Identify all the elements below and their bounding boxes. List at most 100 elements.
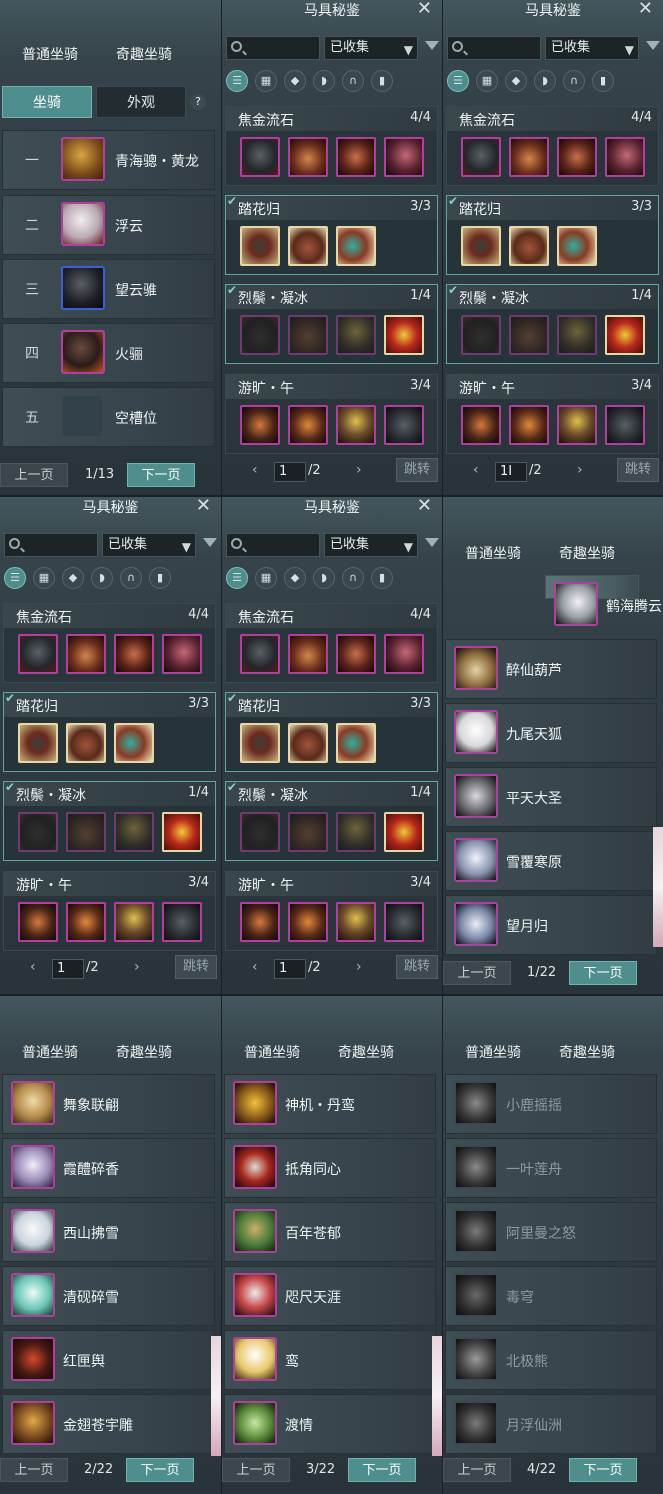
tack-item-icon[interactable] [336,634,376,674]
tack-item-icon[interactable] [240,315,280,355]
fun-mount-row[interactable]: 舞象联翩 [2,1074,215,1134]
page-input[interactable]: 1 [274,462,306,482]
category-3-icon[interactable]: ◆ [62,567,84,589]
fun-mount-row[interactable]: 咫尺天涯 [224,1266,436,1326]
fun-mount-row[interactable]: 九尾天狐 [445,703,657,763]
tack-item-icon[interactable] [384,315,424,355]
tack-set[interactable]: ✔ 踏花归 3/3 [446,194,659,275]
tack-item-icon[interactable] [18,902,58,942]
tab-fun-mount[interactable]: 奇趣坐骑 [94,44,194,64]
fun-mount-row[interactable]: 毒穹 [445,1266,657,1326]
category-3-icon[interactable]: ◆ [284,70,306,92]
fun-mount-row[interactable]: 鸾 [224,1330,436,1390]
chevron-left-icon[interactable]: ‹ [252,959,258,975]
prev-page-button[interactable]: 上一页 [0,463,68,487]
tack-item-icon[interactable] [240,902,280,942]
mount-slot-2[interactable]: 二 浮云 [2,195,215,255]
tack-item-icon[interactable] [336,812,376,852]
tack-item-icon[interactable] [557,405,597,445]
tack-item-icon[interactable] [557,137,597,177]
tack-item-icon[interactable] [384,405,424,445]
tack-item-icon[interactable] [288,723,328,763]
tack-item-icon[interactable] [240,405,280,445]
tab-normal-mount[interactable]: 普通坐骑 [443,543,543,563]
filter-icon[interactable] [425,41,439,50]
fun-mount-row[interactable]: 小鹿摇摇 [445,1074,657,1134]
close-icon[interactable]: ✕ [638,0,653,18]
tack-item-icon[interactable] [288,812,328,852]
mount-slot-3[interactable]: 三 望云骓 [2,259,215,319]
tack-item-icon[interactable] [18,812,58,852]
jump-button[interactable]: 跳转 [396,458,438,482]
next-page-button[interactable]: 下一页 [569,1458,637,1482]
category-1-icon[interactable]: ☰ [226,70,248,92]
category-2-icon[interactable]: ▦ [255,70,277,92]
category-2-icon[interactable]: ▦ [255,567,277,589]
fun-mount-row[interactable]: 金翅苍宇雕 [2,1394,215,1454]
next-page-button[interactable]: 下一页 [127,463,195,487]
tack-item-icon[interactable] [557,315,597,355]
tack-item-icon[interactable] [240,137,280,177]
mount-slot-1[interactable]: 一 青海骢・黄龙 [2,130,215,190]
fun-mount-row[interactable]: 阿里曼之怒 [445,1202,657,1262]
tack-item-icon[interactable] [162,634,202,674]
page-input[interactable]: 1I [495,462,527,482]
close-icon[interactable]: ✕ [417,0,432,18]
tack-item-icon[interactable] [18,723,58,763]
category-6-icon[interactable]: ▮ [371,567,393,589]
search-input[interactable] [226,36,320,60]
fun-mount-row[interactable]: 雪覆寒原 [445,831,657,891]
collect-filter-select[interactable]: 已收集 ▼ [102,533,196,557]
filter-icon[interactable] [646,41,660,50]
tack-item-icon[interactable] [114,634,154,674]
tack-set[interactable]: 焦金流石 4/4 [225,106,438,186]
prev-page-button[interactable]: 上一页 [443,961,511,985]
tack-item-icon[interactable] [384,812,424,852]
tack-set[interactable]: ✔ 烈鬃・凝冰 1/4 [446,283,659,364]
tack-set[interactable]: ✔ 踏花归 3/3 [3,691,216,772]
tab-fun-mount[interactable]: 奇趣坐骑 [316,1042,416,1062]
tack-item-icon[interactable] [384,137,424,177]
tack-set[interactable]: 焦金流石 4/4 [3,603,216,683]
tab-fun-mount[interactable]: 奇趣坐骑 [94,1042,194,1062]
category-4-icon[interactable]: ◗ [534,70,556,92]
prev-page-button[interactable]: 上一页 [443,1458,511,1482]
tack-item-icon[interactable] [336,137,376,177]
fun-mount-row[interactable]: 鹤海腾云 [545,575,662,626]
fun-mount-row[interactable]: 平天大圣 [445,767,657,827]
tack-item-icon[interactable] [509,315,549,355]
tack-item-icon[interactable] [66,723,106,763]
tack-item-icon[interactable] [336,226,376,266]
tack-item-icon[interactable] [66,634,106,674]
close-icon[interactable]: ✕ [417,497,432,515]
tack-item-icon[interactable] [461,137,501,177]
category-1-icon[interactable]: ☰ [447,70,469,92]
tack-set[interactable]: 游旷・午 3/4 [225,871,438,951]
tab-normal-mount[interactable]: 普通坐骑 [0,1042,100,1062]
category-2-icon[interactable]: ▦ [33,567,55,589]
tack-set[interactable]: ✔ 踏花归 3/3 [225,691,438,772]
tack-set[interactable]: 游旷・午 3/4 [225,374,438,454]
tack-item-icon[interactable] [114,812,154,852]
tack-set[interactable]: ✔ 烈鬃・凝冰 1/4 [225,780,438,861]
tack-item-icon[interactable] [509,137,549,177]
tack-item-icon[interactable] [114,723,154,763]
help-icon[interactable]: ? [190,94,206,110]
fun-mount-row[interactable]: 红匣舆 [2,1330,215,1390]
category-1-icon[interactable]: ☰ [226,567,248,589]
page-input[interactable]: 1 [52,959,84,979]
tab-fun-mount[interactable]: 奇趣坐骑 [537,1042,637,1062]
fun-mount-row[interactable]: 渡情 [224,1394,436,1454]
fun-mount-row[interactable]: 月浮仙洲 [445,1394,657,1454]
search-input[interactable] [4,533,98,557]
subtab-appearance[interactable]: 外观 [96,86,186,118]
category-1-icon[interactable]: ☰ [4,567,26,589]
jump-button[interactable]: 跳转 [396,955,438,979]
fun-mount-row[interactable]: 西山拂雪 [2,1202,215,1262]
tack-item-icon[interactable] [336,315,376,355]
chevron-right-icon[interactable]: › [134,959,140,975]
chevron-right-icon[interactable]: › [356,462,362,478]
tack-item-icon[interactable] [288,902,328,942]
tack-item-icon[interactable] [240,226,280,266]
tack-item-icon[interactable] [66,902,106,942]
